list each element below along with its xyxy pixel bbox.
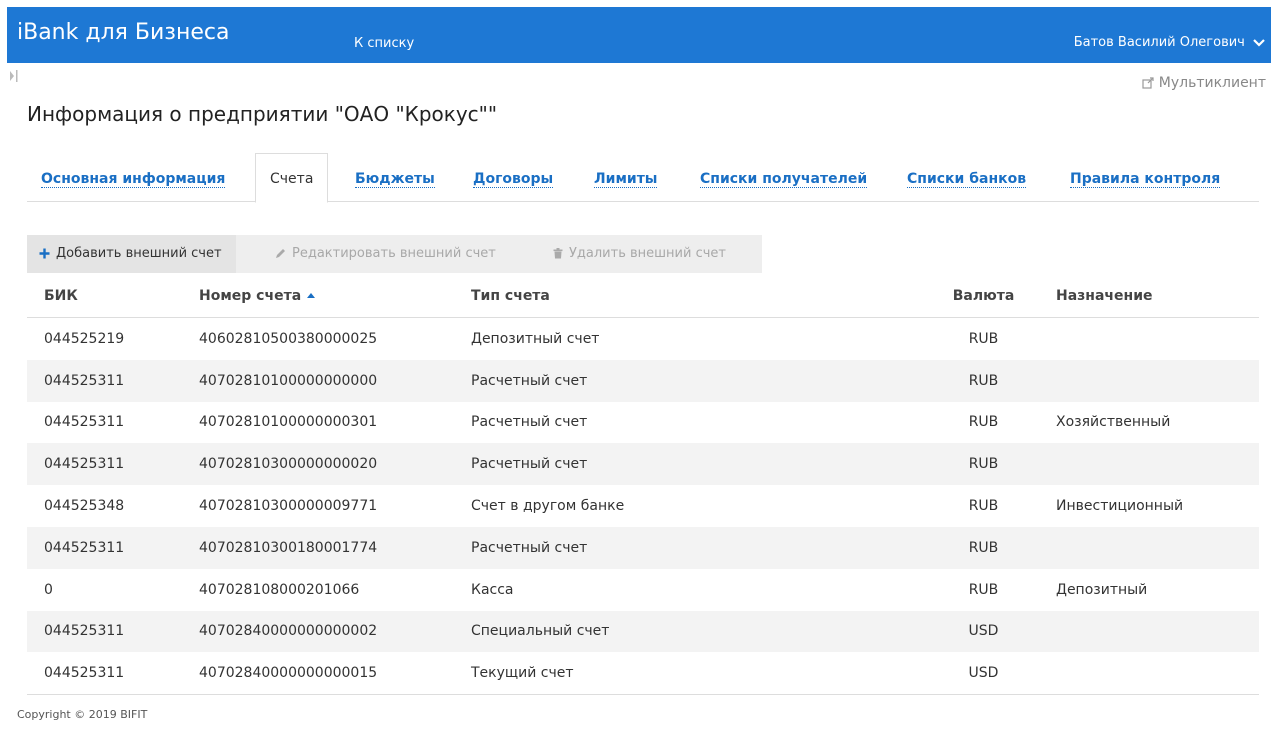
account-number-cell: 40702810300000000020: [199, 443, 471, 486]
tab-main-info[interactable]: Основная информация: [41, 171, 226, 188]
bik-cell: 044525311: [44, 414, 125, 431]
account-number-cell: 40702810100000000301: [199, 414, 378, 431]
purpose-cell: [1056, 359, 1259, 402]
purpose-cell: [1056, 318, 1259, 360]
purpose-cell: Хозяйственный: [1056, 414, 1171, 431]
top-bar: iBank для Бизнеса К списку Батов Василий…: [7, 7, 1271, 63]
accounts-table: БИК Номер счета Тип счета Валюта Назначе…: [27, 275, 1259, 696]
trash-icon: [553, 248, 563, 259]
currency-cell: RUB: [911, 443, 1056, 486]
account-type-cell: Расчетный счет: [471, 359, 911, 402]
account-number-cell: 40702840000000000002: [199, 610, 471, 653]
table-header-row: БИК Номер счета Тип счета Валюта Назначе…: [27, 275, 1259, 318]
bik-cell: 044525311: [27, 443, 199, 486]
export-icon: [1142, 77, 1154, 89]
purpose-cell: [1056, 526, 1259, 569]
account-type-cell: Расчетный счет: [471, 414, 588, 431]
user-menu[interactable]: Батов Василий Олегович: [1074, 35, 1265, 50]
account-type-cell: Счет в другом банке: [471, 498, 625, 515]
table-row[interactable]: 044525311 40702810100000000000 Расчетный с…: [27, 359, 1259, 402]
currency-cell: USD: [911, 652, 1056, 696]
bik-cell: 0: [44, 581, 53, 598]
purpose-cell: [1056, 443, 1259, 486]
column-header-account-number[interactable]: Номер счета: [199, 275, 471, 318]
table-row[interactable]: 044525219 40602810500380000025 Депозитный …: [27, 318, 1259, 360]
tab-bank-lists[interactable]: Списки банков: [907, 171, 1027, 188]
purpose-cell: [1056, 652, 1259, 696]
table-row[interactable]: 044525311 40702840000000000002 Специальный…: [27, 610, 1259, 653]
purpose-cell: Депозитный: [1056, 581, 1148, 598]
pencil-icon: [276, 249, 285, 258]
currency-cell: USD: [911, 610, 1056, 653]
sort-asc-icon: [307, 293, 316, 298]
copyright: Copyright © 2019 BIFIT: [17, 708, 148, 721]
multiclient-link[interactable]: Мультиклиент: [1142, 75, 1266, 91]
bik-cell: 044525311: [27, 652, 199, 696]
currency-cell: RUB: [968, 330, 999, 347]
account-number-cell: 40602810500380000025: [199, 330, 378, 347]
account-number-cell: 40702810300000009771: [199, 498, 378, 515]
tab-control-rules[interactable]: Правила контроля: [1070, 171, 1221, 188]
column-header-bik[interactable]: БИК: [27, 275, 199, 318]
tab-recipient-lists[interactable]: Списки получателей: [700, 171, 868, 188]
purpose-cell: Инвестиционный: [1056, 498, 1184, 515]
tab-bar: Основная информация Счета Бюджеты Догово…: [27, 153, 1259, 203]
currency-cell: RUB: [968, 581, 999, 598]
edit-external-account-button[interactable]: Редактировать внешний счет: [275, 235, 496, 273]
add-button-label: Добавить внешний счет: [56, 246, 222, 261]
account-number-cell: 40702840000000000015: [199, 652, 471, 696]
delete-button-label: Удалить внешний счет: [569, 246, 726, 261]
bik-cell: 044525311: [27, 359, 199, 402]
bik-cell: 044525219: [44, 330, 125, 347]
bik-cell: 044525348: [44, 498, 125, 515]
column-header-currency[interactable]: Валюта: [911, 275, 1056, 318]
column-header-account-type[interactable]: Тип счета: [471, 275, 911, 318]
toolbar: Добавить внешний счет Редактировать внеш…: [27, 235, 762, 273]
add-external-account-button[interactable]: Добавить внешний счет: [27, 235, 236, 273]
currency-cell: RUB: [968, 414, 999, 431]
account-type-cell: Расчетный счет: [471, 443, 911, 486]
bik-cell: 044525311: [27, 526, 199, 569]
currency-cell: RUB: [911, 526, 1056, 569]
multiclient-label: Мультиклиент: [1158, 75, 1266, 91]
table-row[interactable]: 0 407028108000201066 Касса RUB Депозитный: [27, 569, 1259, 611]
tab-contracts[interactable]: Договоры: [473, 171, 554, 188]
account-number-cell: 40702810300180001774: [199, 526, 471, 569]
sidebar-toggle-icon[interactable]: [9, 69, 19, 83]
edit-button-label: Редактировать внешний счет: [292, 246, 496, 261]
table-row[interactable]: 044525311 40702810100000000301 Расчетный с…: [27, 402, 1259, 444]
account-type-cell: Депозитный счет: [471, 330, 600, 347]
tab-limits[interactable]: Лимиты: [594, 171, 658, 188]
user-name: Батов Василий Олегович: [1073, 35, 1245, 50]
table-row[interactable]: 044525311 40702810300180001774 Расчетный с…: [27, 526, 1259, 569]
currency-cell: RUB: [968, 498, 999, 515]
page-title: Информация о предприятии "ОАО "Крокус"": [27, 102, 498, 126]
column-header-account-number-label: Номер счета: [199, 288, 302, 304]
table-row[interactable]: 044525348 40702810300000009771 Счет в друг…: [27, 485, 1259, 527]
app-brand: iBank для Бизнеса: [17, 20, 230, 45]
account-type-cell: Текущий счет: [471, 652, 911, 696]
account-number-cell: 40702810100000000000: [199, 359, 471, 402]
table-body: 044525219 40602810500380000025 Депозитный …: [27, 318, 1259, 696]
plus-icon: [39, 248, 50, 259]
back-to-list-link[interactable]: К списку: [354, 36, 414, 51]
tab-budgets[interactable]: Бюджеты: [355, 171, 435, 188]
account-type-cell: Расчетный счет: [471, 526, 911, 569]
currency-cell: RUB: [911, 359, 1056, 402]
tab-accounts[interactable]: Счета: [255, 153, 329, 203]
table-row[interactable]: 044525311 40702840000000000015 Текущий сче…: [27, 652, 1259, 696]
delete-external-account-button[interactable]: Удалить внешний счет: [553, 235, 726, 273]
column-header-purpose[interactable]: Назначение: [1056, 275, 1259, 318]
account-number-cell: 407028108000201066: [199, 581, 360, 598]
purpose-cell: [1056, 610, 1259, 653]
chevron-down-icon: [1253, 38, 1265, 47]
account-type-cell: Специальный счет: [471, 610, 911, 653]
account-type-cell: Касса: [471, 581, 514, 598]
bik-cell: 044525311: [27, 610, 199, 653]
table-row[interactable]: 044525311 40702810300000000020 Расчетный с…: [27, 443, 1259, 486]
